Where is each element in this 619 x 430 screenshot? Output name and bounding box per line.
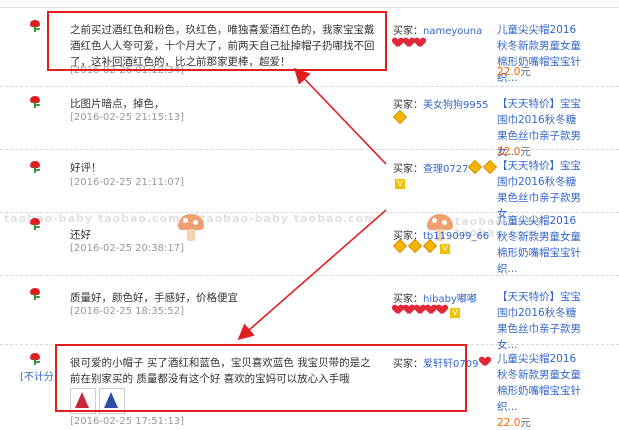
review-row: 好评！ [2016-02-25 21:11:07] 买家：查理0727 V 【天… [0,150,619,220]
review-date: [2016-02-25 17:51:13] [70,416,185,427]
product-price: 22.0元 [497,66,531,78]
buyer-credit-badges [392,109,408,125]
product-price: 22.0元 [497,417,531,429]
positive-rating-icon [29,288,41,300]
buyer-credit-badges [393,38,426,50]
highlight-box-top [47,11,387,71]
positive-rating-icon [29,218,41,230]
product-link[interactable]: 儿童尖尖帽2016秋冬新款男童女童棉形奶嘴帽宝宝针织... [497,213,585,277]
review-comment: 好评！ [70,162,102,174]
review-row: 还好 [2016-02-25 20:38:17] 买家：tb119099_66 … [0,213,619,276]
review-date: [2016-02-25 21:15:13] [70,112,185,123]
buyer-name-link[interactable]: hibaby嘟嘟 [423,294,477,305]
positive-rating-icon [29,20,41,32]
review-date: [2016-02-25 21:11:07] [70,177,185,188]
highlight-box-bottom [55,344,467,412]
positive-rating-icon [29,161,41,173]
review-comment: 比图片暗点，掉色， [70,98,165,110]
buyer-info: 买家：nameyouna [393,26,483,37]
buyer-name-link[interactable]: 美女狗狗9955 [423,100,488,111]
heart-icon [415,38,425,48]
review-date: [2016-02-25 18:35:52] [70,306,185,317]
diamond-icon [483,159,498,175]
diamond-icon [422,238,438,254]
top-strip [0,0,619,8]
review-comment: 还好 [70,229,91,241]
diamond-icon [407,238,423,254]
no-score-tag: [不计分] [20,372,58,383]
review-row: 比图片暗点，掉色， [2016-02-25 21:15:13] 买家：美女狗狗9… [0,87,619,158]
product-link[interactable]: 【天天特价】宝宝围巾2016秋冬糖果色丝巾亲子款男女... [497,289,585,353]
buyer-credit-badges: V [392,238,450,254]
diamond-icon [392,109,408,125]
buyer-info: 买家：hibaby嘟嘟 [393,294,477,305]
buyer-name-link[interactable]: nameyouna [423,26,482,37]
review-row: 质量好，颜色好，手感好，价格便宜 [2016-02-25 18:35:52] 买… [0,276,619,351]
product-link[interactable]: 儿童尖尖帽2016秋冬新款男童女童棉形奶嘴帽宝宝针织... [497,351,585,415]
heart-icon [437,305,447,315]
positive-rating-icon [29,96,41,108]
vip-badge-icon: V [450,308,460,318]
review-date: [2016-02-25 20:38:17] [70,243,185,254]
vip-badge-icon: V [395,179,405,189]
buyer-info: 买家：查理0727 [393,159,498,175]
heart-icon [480,357,490,367]
buyer-credit-badges: V [393,176,405,189]
diamond-icon [392,238,408,254]
positive-rating-icon [29,353,41,365]
review-comment: 质量好，颜色好，手感好，价格便宜 [70,292,238,304]
diamond-icon [468,159,483,175]
buyer-info: 买家：美女狗狗9955 [393,100,489,111]
buyer-name-link[interactable]: 查理0727 [423,164,468,175]
buyer-credit-badges: V [393,305,460,318]
vip-badge-icon: V [440,244,450,254]
